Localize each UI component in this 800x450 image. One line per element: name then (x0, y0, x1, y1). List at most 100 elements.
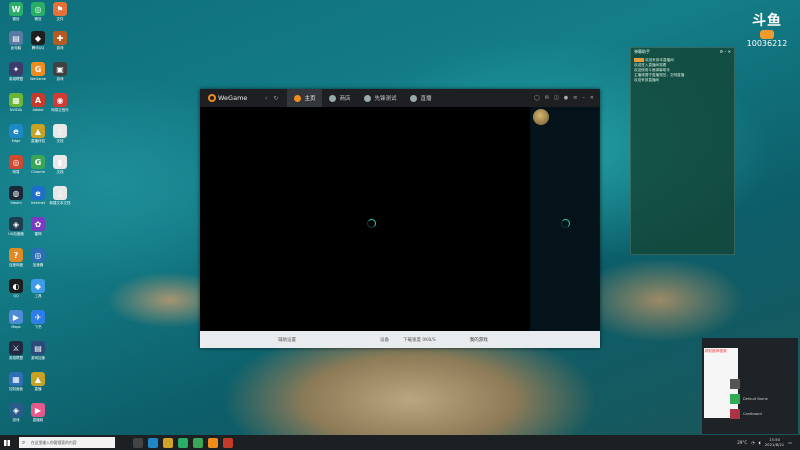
desktop-icon-label: Maps (11, 325, 21, 329)
stream-recommend-panel[interactable]: 精彩推荐视频 Default Name Cardboard (702, 338, 798, 434)
desktop-icon-label: 腾讯QQ (31, 46, 45, 50)
desktop-icon-label: Steam (10, 201, 22, 205)
windows-taskbar: 在这里输入你要搜索的内容 29°C ◔ ◖ 13:50 2021/8/21 ▭ (0, 435, 800, 450)
stream-list-item[interactable]: Cardboard (730, 408, 796, 420)
desktop-icon[interactable]: ◎ 微信 (27, 2, 49, 32)
taskbar-search-box[interactable]: 在这里输入你要搜索的内容 (19, 437, 115, 448)
desktop-icon[interactable]: ▲ 直播伴侣 (27, 124, 49, 154)
desktop-icon[interactable]: ◆ 腾讯QQ (27, 31, 49, 61)
desktop-icon-label: Internet (31, 201, 45, 205)
desktop-app-icon: e (9, 124, 23, 138)
desktop-icon[interactable]: G Chrome (27, 155, 49, 185)
wegame-brand-label: WeGame (218, 94, 248, 102)
desktop-icon[interactable]: ▲ 直播 (27, 372, 49, 402)
danmaku-assistant-panel[interactable]: 弹幕助手 ⚙ – ✕ 欢迎来到本直播间 欢迎进入直播间观看 欢迎使用斗鱼弹幕助手 主播… (630, 47, 735, 255)
notification-icon[interactable]: ▭ (788, 440, 792, 445)
desktop-icon[interactable]: G WeGame (27, 62, 49, 92)
tab-icon (329, 94, 337, 102)
close-icon[interactable]: ✕ (590, 95, 594, 101)
desktop-icon[interactable]: ⚔ 英雄联盟 (5, 341, 27, 371)
desktop-icon[interactable]: ◈ 游戏 (5, 403, 27, 433)
desktop-icon[interactable]: ✈ 飞书 (27, 310, 49, 340)
tab-2[interactable]: 先锋测试 (357, 89, 403, 107)
desktop-icon[interactable]: ▯ 新建文本文档 (49, 186, 71, 216)
desktop-icon[interactable]: ⚑ 文件 (49, 2, 71, 32)
clock[interactable]: 13:50 2021/8/21 (765, 437, 784, 447)
chat-window-controls[interactable]: ⚙ – ✕ (720, 49, 731, 57)
skin-icon[interactable]: ◯ (534, 95, 540, 101)
app-taskbar-icon[interactable] (223, 437, 233, 448)
message-icon[interactable]: ✉ (545, 95, 549, 101)
desktop-app-icon: ◆ (31, 31, 45, 45)
refresh-icon[interactable]: ↻ (273, 95, 278, 102)
douyu-fish-icon (760, 30, 774, 39)
desktop-icon[interactable]: ✦ 英雄联盟 (5, 62, 27, 92)
desktop-icon[interactable]: e Edge (5, 124, 27, 154)
stream-list-item[interactable] (730, 378, 796, 390)
desktop-icon[interactable]: ▦ 控制面板 (5, 372, 27, 402)
desktop-icon-label: 微信 (12, 17, 20, 21)
avatar-icon[interactable]: ● (564, 95, 568, 101)
desktop-icon[interactable]: ▮ 文档 (49, 155, 71, 185)
minimize-icon[interactable]: – (582, 95, 585, 101)
desktop-icon[interactable]: ◆ 工具 (27, 279, 49, 309)
desktop-app-icon: ◎ (9, 155, 23, 169)
desktop-icon[interactable]: ◈ UU加速器 (5, 217, 27, 247)
wegame-window[interactable]: WeGame ‹ ↻ 主页 商店 先锋测试 直播 ◯ ✉ ◫ ● ≡ – ✕ 辅助设置… (200, 89, 600, 348)
volume-icon[interactable]: ◖ (759, 440, 761, 445)
desktop-icon[interactable]: ✚ 游戏 (49, 31, 71, 61)
user-avatar[interactable] (533, 109, 549, 125)
wechat-taskbar-icon[interactable] (178, 437, 188, 448)
desktop-icon-label: Chrome (31, 170, 45, 174)
desktop-icon[interactable]: ◉ 网易云音乐 (49, 93, 71, 123)
desktop-icon[interactable]: ▣ 游戏 (49, 62, 71, 92)
status-device[interactable]: 设备 (380, 337, 389, 343)
weather-label[interactable]: 29°C (737, 440, 747, 445)
edge-taskbar-icon[interactable] (148, 437, 158, 448)
chat-message-list: 欢迎来到本直播间 欢迎进入直播间观看 欢迎使用斗鱼弹幕助手 主播请遵守直播规范，文明直… (631, 58, 734, 83)
tab-3[interactable]: 直播 (403, 89, 438, 107)
desktop-icon-label: 文件 (56, 17, 64, 21)
menu-icon[interactable]: ≡ (573, 95, 577, 101)
explorer-taskbar-icon[interactable] (163, 437, 173, 448)
gift-icon[interactable]: ◫ (554, 95, 559, 101)
desktop-icon[interactable]: ▦ NVIDIA (5, 93, 27, 123)
douyu-watermark: 斗鱼 10036212 (742, 10, 792, 56)
desktop-app-icon: ◈ (9, 217, 23, 231)
desktop-icon[interactable]: ? 百度网盘 (5, 248, 27, 278)
desktop-icon[interactable]: ▶ 直播姬 (27, 403, 49, 433)
desktop-icon[interactable]: A Adobe (27, 93, 49, 123)
desktop-icon[interactable]: ▶ Maps (5, 310, 27, 340)
status-my-games[interactable]: 我的游戏 (470, 337, 488, 343)
desktop-icon[interactable]: ▤ 游戏加速 (27, 341, 49, 371)
desktop-icon[interactable]: e Internet (27, 186, 49, 216)
chrome-taskbar-icon[interactable] (193, 437, 203, 448)
tab-0[interactable]: 主页 (287, 89, 323, 107)
desktop-icon-label: 游戏 (56, 46, 64, 50)
desktop-icon[interactable]: ▤ 此电脑 (5, 31, 27, 61)
wegame-taskbar-icon[interactable] (208, 437, 218, 448)
task-view-icon[interactable] (133, 437, 143, 448)
desktop-app-icon: ◐ (9, 279, 23, 293)
wegame-titlebar[interactable]: WeGame ‹ ↻ 主页 商店 先锋测试 直播 ◯ ✉ ◫ ● ≡ – ✕ (200, 89, 600, 107)
desktop-icon[interactable]: ◎ 加速器 (27, 248, 49, 278)
start-button[interactable] (0, 435, 14, 450)
tab-1[interactable]: 商店 (322, 89, 357, 107)
desktop-icon[interactable]: ◍ Steam (5, 186, 27, 216)
desktop-icon[interactable]: ✿ 雷神 (27, 217, 49, 247)
back-arrow-icon[interactable]: ‹ (265, 95, 267, 102)
network-icon[interactable]: ◔ (751, 440, 755, 445)
desktop-app-icon: ⚑ (53, 2, 67, 16)
desktop-icon[interactable]: ▯ 文档 (49, 124, 71, 154)
tab-icon (294, 94, 302, 102)
desktop-icon[interactable]: W 微信 (5, 2, 27, 32)
desktop-icon-label: 雷神 (34, 232, 42, 236)
stream-list-item[interactable]: Default Name (730, 393, 796, 405)
desktop-icon[interactable]: ◎ 网易 (5, 155, 27, 185)
desktop-icon[interactable]: ◐ QQ (5, 279, 27, 309)
stream-thumbnail (730, 409, 740, 419)
chat-panel-header[interactable]: 弹幕助手 ⚙ – ✕ (631, 48, 734, 58)
status-settings[interactable]: 辅助设置 (278, 337, 296, 343)
desktop-app-icon: ✚ (53, 31, 67, 45)
desktop-icon-label: 网易云音乐 (51, 108, 69, 112)
